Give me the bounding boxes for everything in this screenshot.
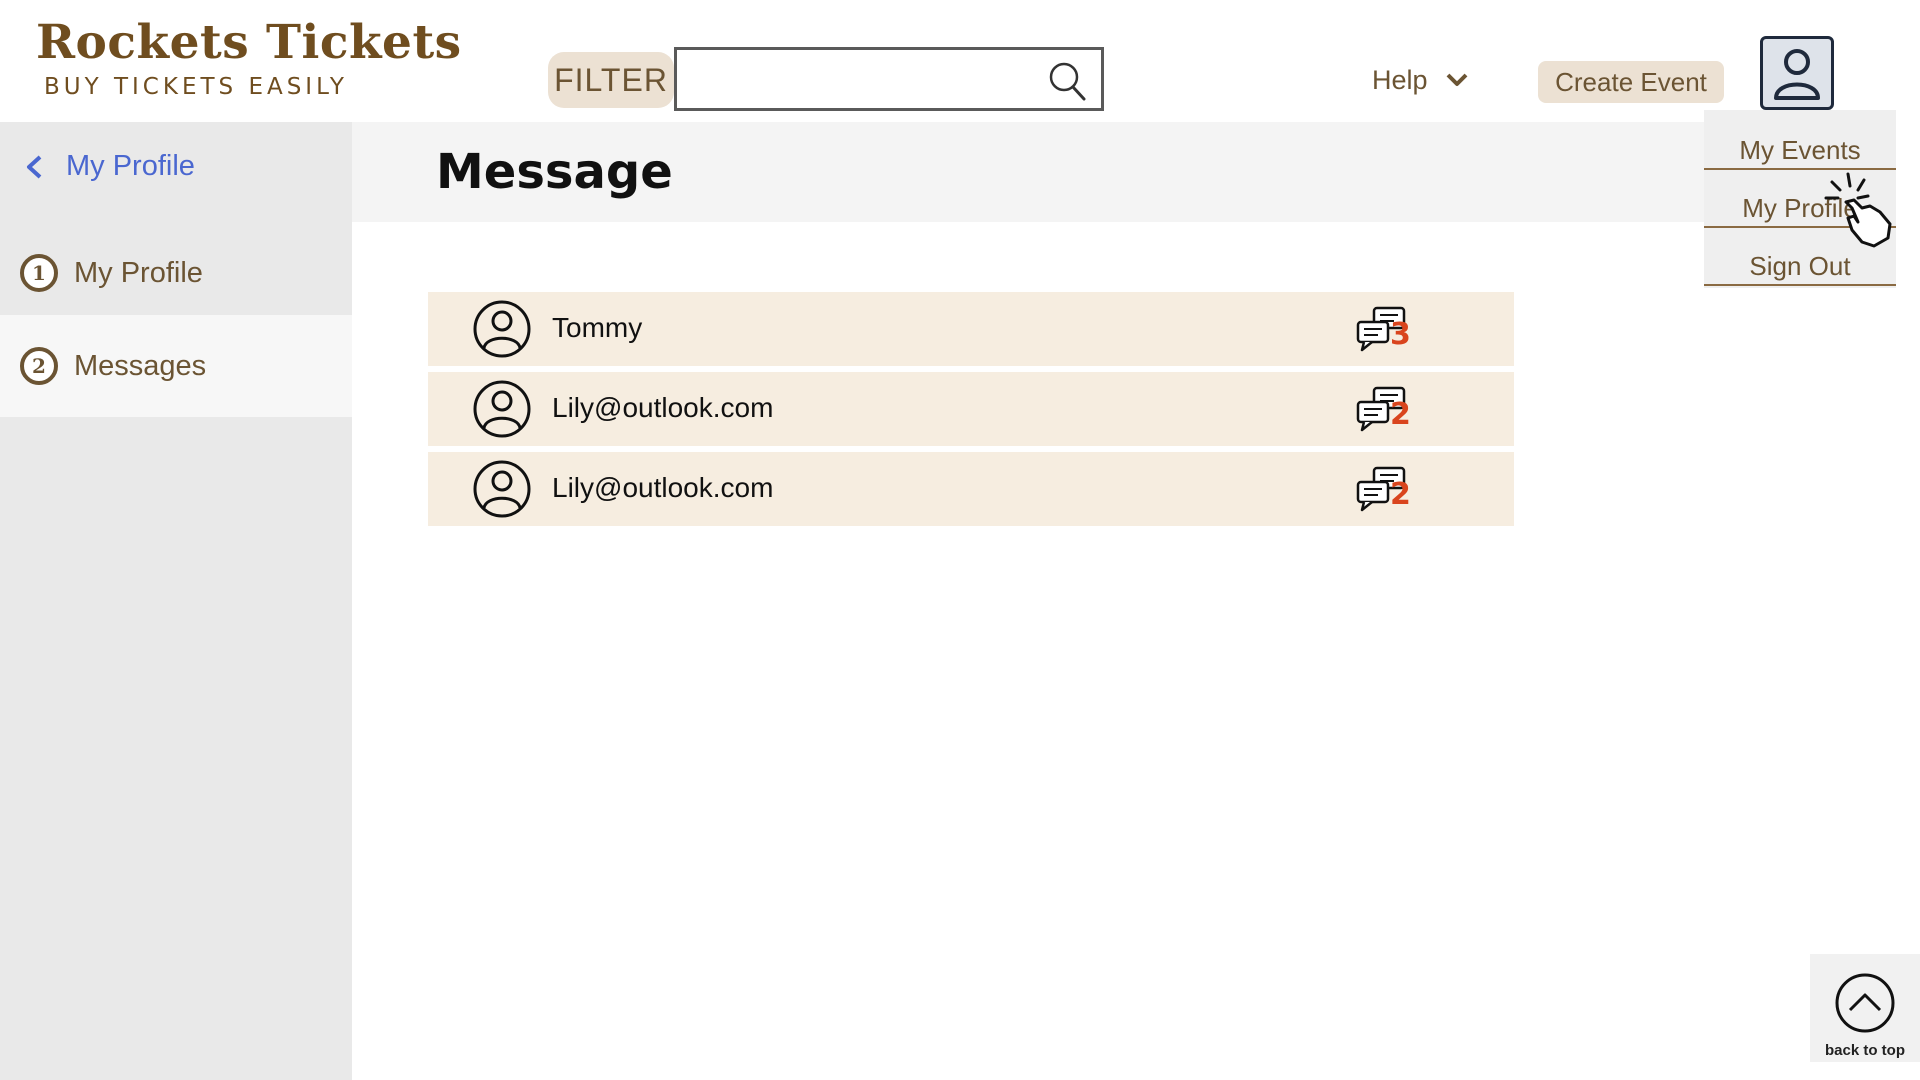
step-number-badge: 2 [20, 347, 58, 385]
dropdown-item-sign-out[interactable]: Sign Out [1704, 246, 1896, 286]
arrow-up-circle-icon [1835, 973, 1895, 1033]
user-circle-icon [473, 460, 531, 518]
back-to-top-button[interactable]: back to top [1810, 954, 1920, 1062]
page-title: Message [436, 144, 673, 200]
message-row[interactable]: Lily@outlook.com 2 [428, 452, 1514, 526]
unread-count-badge: 2 [1390, 477, 1411, 512]
message-row[interactable]: Tommy 3 [428, 292, 1514, 366]
back-link-label: My Profile [66, 150, 195, 182]
chevron-down-icon [1446, 73, 1467, 86]
message-sender: Tommy [552, 312, 643, 343]
brand-logo[interactable]: Rockets Tickets BUY TICKETS EASILY [36, 14, 462, 100]
sidebar-item-my-profile[interactable]: 1 My Profile [0, 222, 352, 324]
account-button[interactable] [1760, 36, 1834, 110]
search-box[interactable] [674, 47, 1104, 111]
back-to-top-label: back to top [1824, 1042, 1905, 1059]
search-icon[interactable] [1047, 60, 1087, 102]
user-circle-icon [473, 380, 531, 438]
sidebar-item-label: My Profile [74, 256, 203, 289]
dropdown-item-my-profile[interactable]: My Profile [1704, 188, 1896, 228]
search-input[interactable] [687, 58, 1031, 102]
sidebar-item-messages[interactable]: 2 Messages [0, 315, 352, 417]
unread-count-badge: 3 [1390, 317, 1411, 352]
brand-subtitle: BUY TICKETS EASILY [44, 74, 348, 100]
sidebar-item-label: Messages [74, 349, 207, 382]
chevron-left-icon [27, 155, 42, 178]
filter-label[interactable]: FILTER [548, 52, 674, 108]
dropdown-item-my-events[interactable]: My Events [1704, 130, 1896, 170]
step-number-badge: 1 [20, 254, 58, 292]
user-circle-icon [473, 300, 531, 358]
message-sender: Lily@outlook.com [552, 392, 774, 423]
help-label: Help [1372, 64, 1428, 95]
create-event-button[interactable]: Create Event [1538, 61, 1724, 103]
page-title-bar: Message [352, 122, 1704, 222]
message-row[interactable]: Lily@outlook.com 2 [428, 372, 1514, 446]
help-menu[interactable]: Help [1372, 60, 1468, 100]
account-dropdown: My Events My Profile Sign Out [1704, 110, 1896, 288]
brand-title: Rockets Tickets [36, 15, 462, 70]
user-icon [1774, 49, 1820, 100]
back-to-profile-link[interactable]: My Profile [24, 150, 195, 183]
unread-count-badge: 2 [1390, 397, 1411, 432]
message-sender: Lily@outlook.com [552, 472, 774, 503]
sidebar: My Profile 1 My Profile 2 Messages [0, 122, 352, 1080]
